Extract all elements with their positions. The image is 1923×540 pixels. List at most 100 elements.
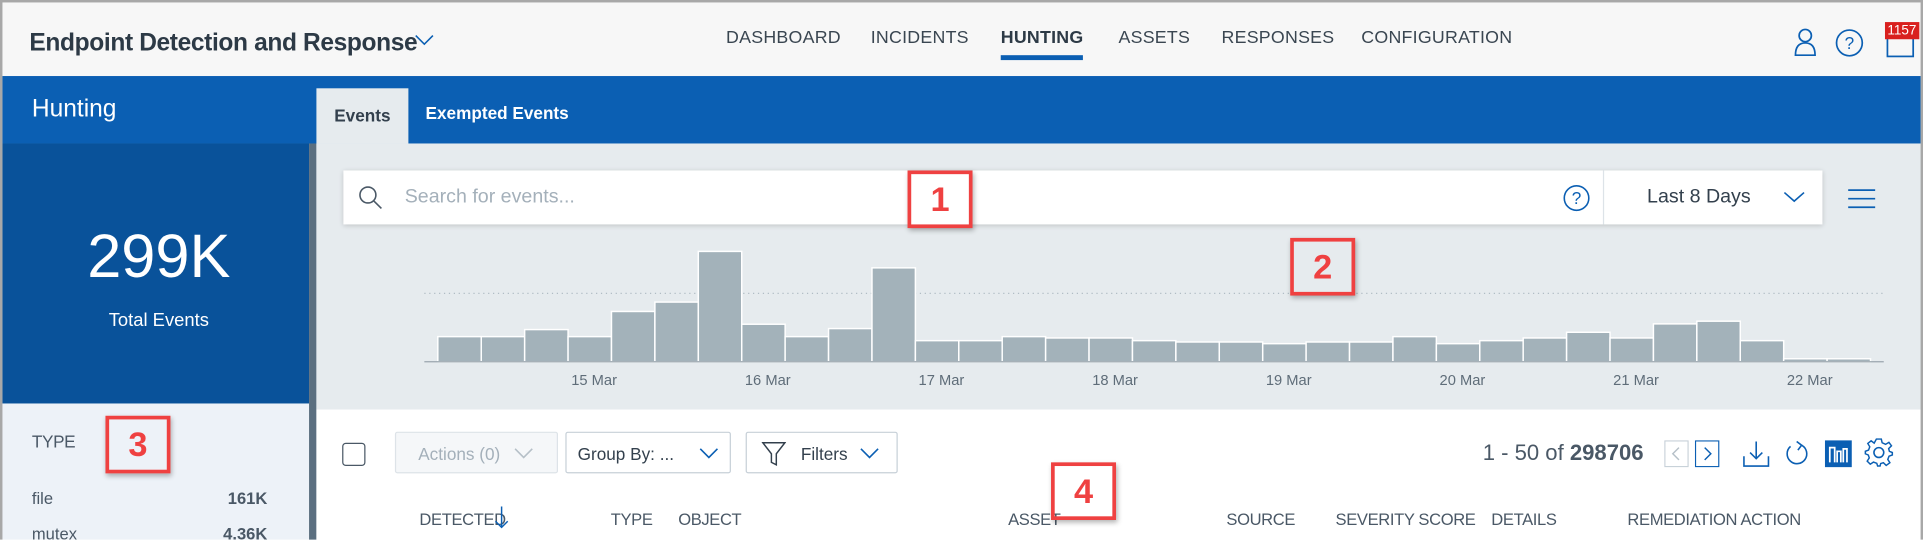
facet-item-mutex[interactable]: mutex [32,525,77,540]
sort-descending-icon[interactable] [493,505,510,530]
histogram-bar [1652,323,1698,363]
histogram-bar [1522,337,1568,363]
date-range-value: Last 8 Days [1647,186,1751,208]
next-page-button[interactable] [1694,440,1720,468]
histogram-toggle-icon[interactable] [1824,440,1852,468]
histogram-bar [1609,337,1655,363]
histogram-bar [1348,341,1394,363]
search-bar: ? Last 8 Days [343,170,1823,225]
x-tick-label: 17 Mar [919,373,965,389]
nav-assets[interactable]: ASSETS [1118,28,1190,48]
select-all-checkbox[interactable] [342,442,366,467]
nav-hunting[interactable]: HUNTING [1001,28,1084,48]
column-severity-score[interactable]: SEVERITY SCORE [1336,510,1476,528]
actions-label: Actions (0) [418,443,501,464]
user-icon[interactable] [1793,27,1818,57]
app-title[interactable]: Endpoint Detection and Response [29,29,417,57]
events-histogram: 15 Mar 16 Mar 17 Mar 18 Mar 19 Mar 20 Mar 21 M… [424,250,1884,389]
group-by-select[interactable]: Group By: ... [565,431,731,474]
histogram-bar [1088,337,1134,363]
annotation-marker-3: 3 [105,415,171,474]
histogram-bar [1392,335,1438,363]
previous-page-button[interactable] [1664,440,1689,468]
tab-events[interactable]: Events [316,88,409,144]
date-range-select[interactable]: Last 8 Days [1602,170,1823,225]
column-details[interactable]: DETAILS [1491,510,1557,528]
column-source[interactable]: SOURCE [1226,510,1295,528]
histogram-bar [1044,337,1090,363]
x-tick-label: 19 Mar [1266,373,1312,389]
histogram-bar [1305,341,1351,363]
chevron-down-icon[interactable] [415,32,435,47]
group-by-label: Group By: ... [577,443,675,464]
tab-exempted-events[interactable]: Exempted Events [426,103,569,123]
facet-item-file[interactable]: file [32,489,53,507]
notification-badge: 1157 [1884,22,1919,40]
x-tick-label: 18 Mar [1092,373,1138,389]
download-icon[interactable] [1743,439,1770,468]
settings-gear-icon[interactable] [1864,438,1894,467]
active-nav-indicator [1000,55,1083,61]
histogram-bar [784,335,830,363]
nav-incidents[interactable]: INCIDENTS [871,28,969,48]
x-tick-label: 22 Mar [1787,373,1833,389]
histogram-bar [437,335,482,363]
histogram-bar [1175,341,1221,363]
filters-button[interactable]: Filters [745,431,898,474]
histogram-bar [958,339,1003,363]
facet-title: TYPE [31,431,76,452]
section-band [2,76,1921,144]
menu-icon[interactable] [1847,186,1876,211]
histogram-bar [523,328,569,363]
pagination-info: 1 - 50 of 298706 [1483,440,1644,466]
histogram-bar [914,339,960,363]
nav-responses[interactable]: RESPONSES [1221,28,1334,48]
facet-count-mutex: 4.36K [223,524,268,540]
histogram-bar [610,310,656,363]
search-input[interactable] [404,170,1546,225]
histogram-bar [1218,341,1264,363]
total-events-label: Total Events [108,310,209,332]
annotation-marker-1: 1 [907,170,973,229]
help-icon[interactable]: ? [1835,28,1864,57]
search-help-icon[interactable]: ? [1562,184,1590,212]
histogram-bar [1479,339,1524,363]
histogram-bar [1739,339,1785,363]
x-tick-label: 16 Mar [745,373,791,389]
annotation-marker-4: 4 [1051,462,1117,520]
x-tick-label: 20 Mar [1440,373,1486,389]
annotation-marker-2: 2 [1290,237,1356,296]
search-icon [359,186,382,210]
svg-text:?: ? [1845,33,1855,53]
column-remediation-action[interactable]: REMEDIATION ACTION [1627,510,1801,528]
nav-configuration[interactable]: CONFIGURATION [1361,28,1512,48]
histogram-bar [740,323,786,363]
refresh-icon[interactable] [1783,439,1810,468]
histogram-bar [871,267,917,363]
column-object[interactable]: OBJECT [678,510,741,528]
sidebar-scrollbar[interactable] [309,143,317,540]
actions-button[interactable]: Actions (0) [394,431,559,474]
chevron-down-icon [699,448,719,459]
filter-icon [761,441,787,466]
histogram-bar [1435,342,1481,363]
histogram-bar [654,301,700,363]
column-type[interactable]: TYPE [611,510,653,528]
facet-count-file: 161K [227,489,268,508]
histogram-bar [480,335,526,363]
histogram-bar [1696,320,1741,363]
histogram-bar [1565,331,1611,363]
chevron-down-icon [514,448,533,459]
histogram-bar [1001,335,1047,363]
sidebar-title: Hunting [31,95,117,123]
filters-label: Filters [800,443,848,464]
nav-dashboard[interactable]: DASHBOARD [726,28,841,48]
chevron-down-icon [1783,191,1805,203]
chevron-down-icon [860,448,879,459]
pagination-range: 1 - 50 of [1482,440,1564,465]
histogram-bar [827,327,873,363]
x-tick-label: 15 Mar [571,373,617,389]
x-tick-label: 21 Mar [1613,373,1659,389]
pagination-total: 298706 [1569,440,1644,465]
histogram-bar [567,335,613,363]
